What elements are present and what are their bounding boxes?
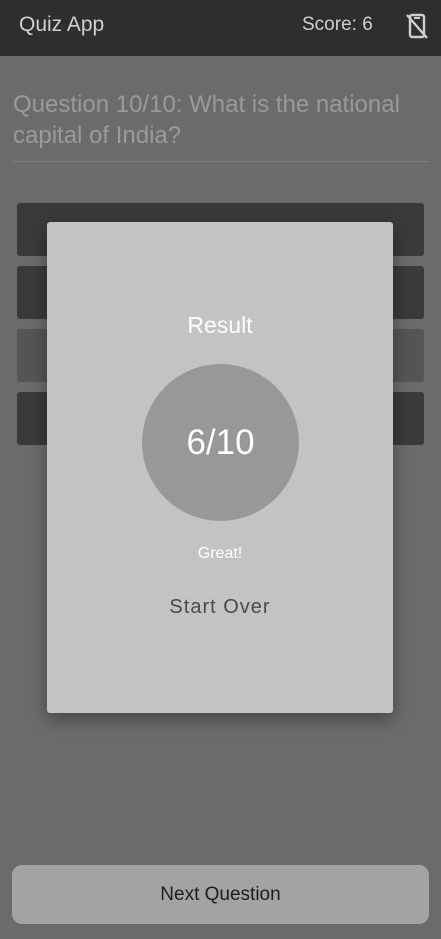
result-title: Result [187,312,253,338]
phone-off-icon[interactable] [405,12,429,40]
divider [13,161,429,162]
feedback-text: Great! [197,545,243,562]
final-score: 6/10 [186,422,255,462]
app-title: Quiz App [19,13,105,36]
next-question-button[interactable]: Next Question [12,865,429,924]
score-circle: 6/10 [142,364,299,521]
result-dialog: Result 6/10 Great! Start Over [47,222,393,713]
score-text: Score: 6 [302,14,373,35]
question-text: Question 10/10: What is the national cap… [13,91,400,149]
app-bar: Quiz App Score: 6 [0,0,441,56]
start-over-button[interactable]: Start Over [145,590,295,624]
